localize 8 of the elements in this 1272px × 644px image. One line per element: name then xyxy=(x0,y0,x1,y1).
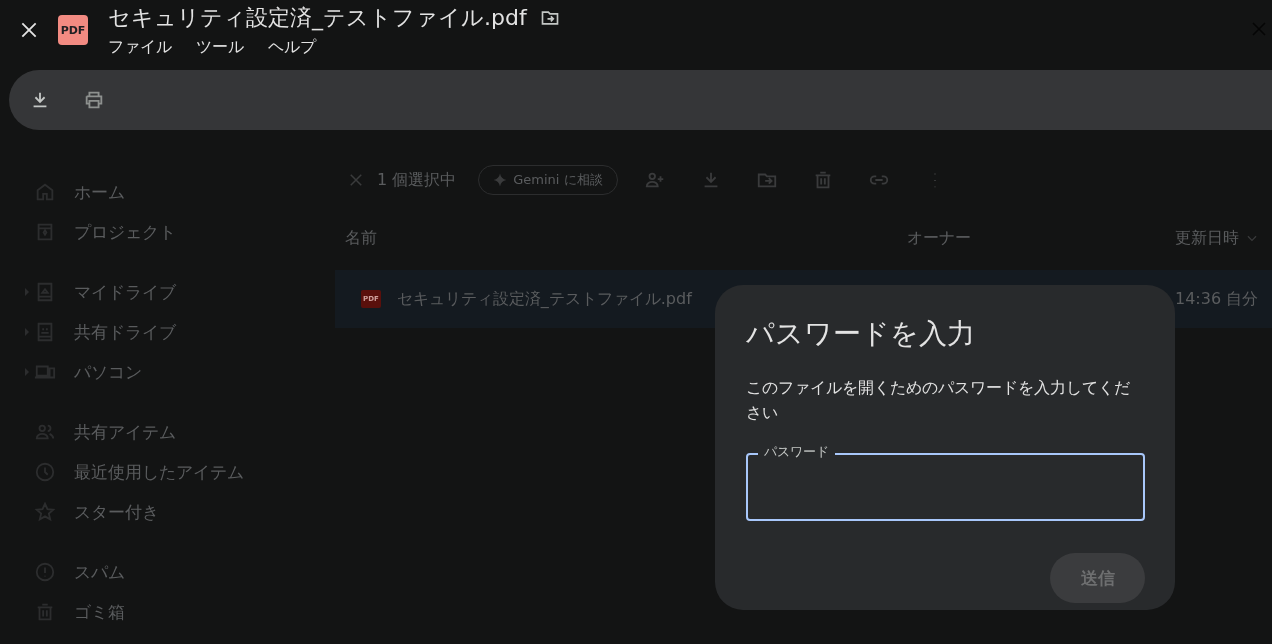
dialog-message: このファイルを開くためのパスワードを入力してください xyxy=(746,377,1131,424)
file-name: セキュリティ設定済_テストファイル.pdf xyxy=(396,288,692,310)
pdf-file-icon: PDF xyxy=(58,15,88,45)
dialog-title: パスワードを入力 xyxy=(746,316,976,352)
document-title: セキュリティ設定済_テストファイル.pdf xyxy=(108,4,527,33)
selection-count: 1 個選択中 xyxy=(377,169,457,191)
modified-date: 14:36 自分 xyxy=(1175,288,1259,310)
field-label: パスワード xyxy=(758,444,835,460)
